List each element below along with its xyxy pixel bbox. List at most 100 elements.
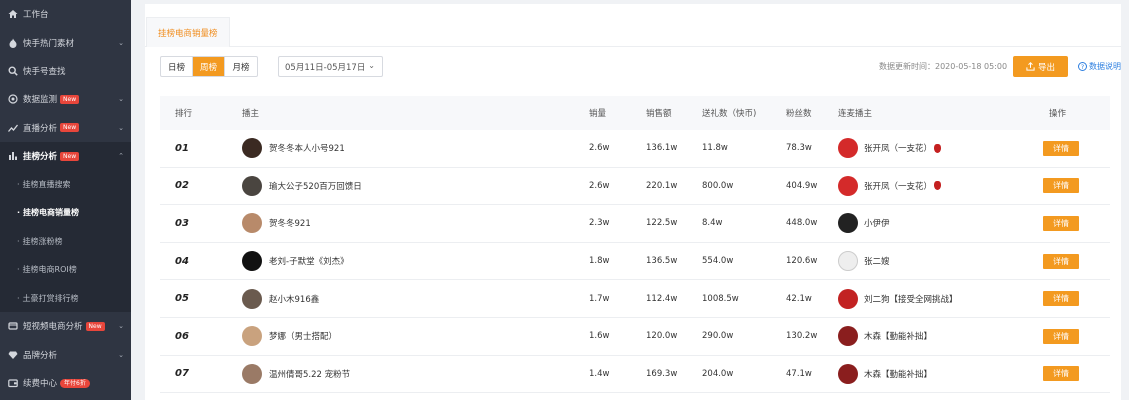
host-cell[interactable]: 瑜大公子520百万回馈日 bbox=[242, 175, 589, 196]
host-name: 贺冬冬921 bbox=[269, 219, 311, 230]
chevron-down-icon: ⌄ bbox=[118, 38, 124, 47]
rank-number: 07 bbox=[175, 368, 189, 380]
chevron-down-icon: ⌄ bbox=[118, 322, 124, 331]
host-cell[interactable]: 赵小木916鑫 bbox=[242, 288, 589, 309]
host-cell[interactable]: 贺冬冬921 bbox=[242, 213, 589, 234]
tab-ecom-sales-rank[interactable]: 挂榜电商销量榜 bbox=[146, 17, 230, 47]
sidebar-subitem-label: 挂榜涨粉榜 bbox=[22, 236, 63, 246]
rank-number: 04 bbox=[175, 255, 189, 267]
detail-button[interactable]: 详情 bbox=[1043, 366, 1079, 382]
link-host-cell[interactable]: 张二嫂 bbox=[838, 251, 1033, 272]
header-link-host: 连麦播主 bbox=[838, 109, 873, 119]
operation-cell: 详情 bbox=[1033, 178, 1110, 194]
amount-value: 112.4w bbox=[646, 293, 678, 304]
link-host-cell[interactable]: 刘二狗【接受全网挑战】 bbox=[838, 288, 1033, 309]
host-cell[interactable]: 老刘-子默堂《刘杰》 bbox=[242, 251, 589, 272]
gift-value: 554.0w bbox=[702, 256, 734, 267]
detail-button[interactable]: 详情 bbox=[1043, 253, 1079, 269]
period-month-button[interactable]: 月榜 bbox=[225, 57, 257, 76]
chevron-down-icon: ⌄ bbox=[368, 61, 375, 70]
update-time: 数据更新时间：2020-05-18 05:00 bbox=[879, 62, 1008, 71]
operation-cell: 详情 bbox=[1033, 215, 1110, 231]
fans-value: 47.1w bbox=[786, 368, 812, 379]
rank-cell: 02 bbox=[160, 180, 242, 191]
sales-value: 2.3w bbox=[589, 218, 610, 229]
period-day-button[interactable]: 日榜 bbox=[161, 57, 193, 76]
data-help-link[interactable]: ? 数据说明 bbox=[1078, 61, 1121, 72]
sidebar-subitem-fans-growth[interactable]: · 挂榜涨粉榜 bbox=[0, 227, 131, 255]
operation-cell: 详情 bbox=[1033, 253, 1110, 269]
amount-value: 220.1w bbox=[646, 180, 678, 191]
amount-value: 120.0w bbox=[646, 331, 678, 342]
fans-value: 448.0w bbox=[786, 218, 818, 229]
rank-cell: 06 bbox=[160, 331, 242, 342]
rank-number: 02 bbox=[175, 180, 189, 192]
header-gift: 送礼数（快币) bbox=[702, 109, 757, 119]
search-icon bbox=[8, 66, 18, 76]
detail-button[interactable]: 详情 bbox=[1043, 291, 1079, 307]
sales-value: 2.6w bbox=[589, 180, 610, 191]
chevron-down-icon: ⌄ bbox=[118, 350, 124, 359]
link-host-name: 刘二狗【接受全网挑战】 bbox=[864, 294, 958, 305]
link-host-cell[interactable]: 小伊伊 bbox=[838, 213, 1033, 234]
discount-badge: 年付6折 bbox=[60, 378, 90, 388]
sidebar-item-brand-analysis[interactable]: 品牌分析 ⌄ bbox=[0, 341, 131, 369]
rank-number: 03 bbox=[175, 217, 189, 229]
rank-cell: 03 bbox=[160, 218, 242, 229]
sidebar-item-short-video-ecom[interactable]: 短视频电商分析 New ⌄ bbox=[0, 312, 131, 340]
sidebar-subitem-tipping-rank[interactable]: · 土豪打赏排行榜 bbox=[0, 284, 131, 312]
amount-value: 169.3w bbox=[646, 368, 678, 379]
sidebar-subitem-ecom-roi[interactable]: · 挂榜电商ROI榜 bbox=[0, 256, 131, 284]
sidebar-item-workbench[interactable]: 工作台 bbox=[0, 0, 131, 28]
main-area: 挂榜电商销量榜 日榜 周榜 月榜 05月11日-05月17日 ⌄ 数据更新时间：… bbox=[131, 0, 1129, 400]
sidebar-item-ranking-analysis[interactable]: 挂榜分析 New ⌃ bbox=[0, 141, 131, 171]
detail-button[interactable]: 详情 bbox=[1043, 328, 1079, 344]
sidebar-item-renewal-center[interactable]: 续费中心 年付6折 bbox=[0, 369, 131, 397]
sales-value: 2.6w bbox=[589, 143, 610, 154]
sidebar-subitem-ecom-sales[interactable]: · 挂榜电商销量榜 bbox=[0, 199, 131, 227]
sales-value: 1.6w bbox=[589, 331, 610, 342]
sidebar-item-hot-material[interactable]: 快手热门素材 ⌄ bbox=[0, 28, 131, 56]
avatar bbox=[242, 326, 262, 347]
header-host: 播主 bbox=[242, 109, 260, 119]
link-host-cell[interactable]: 木森【勤能补拙】 bbox=[838, 326, 1033, 347]
table-row: 05 赵小木916鑫 1.7w 112.4w 1008.5w 42.1w 刘二狗… bbox=[160, 280, 1110, 318]
detail-button[interactable]: 详情 bbox=[1043, 215, 1079, 231]
link-host-cell[interactable]: 张开凤（一支花） bbox=[838, 175, 1033, 196]
link-host-name: 张二嫂 bbox=[864, 257, 890, 268]
date-range-select[interactable]: 05月11日-05月17日 ⌄ bbox=[278, 56, 383, 77]
host-name: 老刘-子默堂《刘杰》 bbox=[269, 257, 349, 268]
data-help-label: 数据说明 bbox=[1089, 62, 1121, 71]
sidebar-item-label: 快手号查找 bbox=[23, 66, 66, 77]
link-host-name: 张开凤（一支花） bbox=[864, 144, 933, 155]
link-host-cell[interactable]: 张开凤（一支花） bbox=[838, 138, 1033, 159]
host-cell[interactable]: 温州倩哥5.22 宠粉节 bbox=[242, 363, 589, 384]
host-name: 温州倩哥5.22 宠粉节 bbox=[269, 369, 351, 380]
host-cell[interactable]: 贺冬冬本人小号921 bbox=[242, 138, 589, 159]
operation-cell: 详情 bbox=[1033, 291, 1110, 307]
sidebar-item-label: 品牌分析 bbox=[23, 350, 58, 361]
export-button[interactable]: 导出 bbox=[1013, 56, 1068, 77]
rank-cell: 04 bbox=[160, 256, 242, 267]
host-cell[interactable]: 梦娜（男士搭配） bbox=[242, 326, 589, 347]
sidebar-subitem-live-search[interactable]: · 挂榜直播搜索 bbox=[0, 170, 131, 198]
detail-button[interactable]: 详情 bbox=[1043, 178, 1079, 194]
sidebar-item-live-analysis[interactable]: 直播分析 New ⌄ bbox=[0, 114, 131, 142]
operation-cell: 详情 bbox=[1033, 328, 1110, 344]
avatar bbox=[242, 138, 262, 159]
content-card: 挂榜电商销量榜 日榜 周榜 月榜 05月11日-05月17日 ⌄ 数据更新时间：… bbox=[145, 4, 1121, 400]
trend-icon bbox=[8, 123, 18, 133]
sidebar-item-data-monitor[interactable]: 数据监测 New ⌄ bbox=[0, 85, 131, 113]
sidebar-subitem-label: 挂榜电商销量榜 bbox=[23, 208, 80, 218]
question-icon: ? bbox=[1078, 62, 1087, 71]
link-host-cell[interactable]: 木森【勤能补拙】 bbox=[838, 363, 1033, 384]
gift-value: 204.0w bbox=[702, 368, 734, 379]
detail-button[interactable]: 详情 bbox=[1043, 140, 1079, 156]
period-week-button[interactable]: 周榜 bbox=[193, 57, 225, 76]
sidebar-item-account-search[interactable]: 快手号查找 bbox=[0, 57, 131, 85]
fans-value: 42.1w bbox=[786, 293, 812, 304]
ranking-table: 排行 播主 销量 销售额 送礼数（快币) 粉丝数 连麦播主 操作 01 贺冬冬本… bbox=[160, 96, 1110, 394]
avatar bbox=[838, 213, 858, 234]
avatar bbox=[242, 288, 262, 309]
chevron-up-icon: ⌃ bbox=[118, 152, 124, 161]
